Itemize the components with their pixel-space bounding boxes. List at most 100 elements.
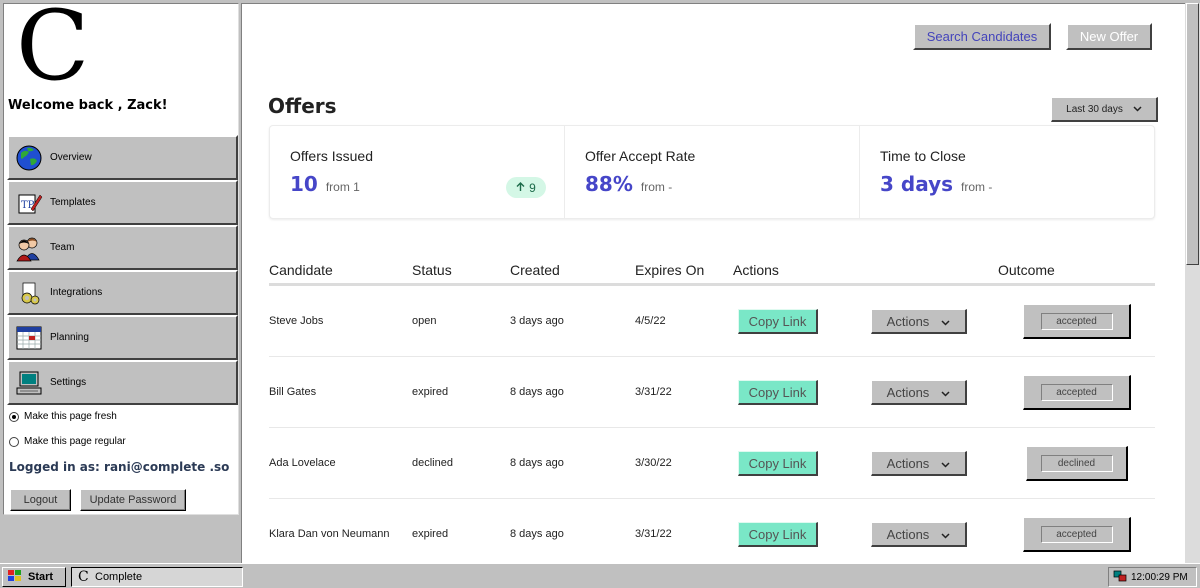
stat-value-row: 88% from - <box>585 172 672 196</box>
svg-text:C: C <box>78 569 89 583</box>
search-candidates-button[interactable]: Search Candidates <box>913 23 1051 50</box>
actions-label: Actions <box>886 526 930 542</box>
sidebar-panel: C Welcome back , Zack! Overview TP Templ… <box>3 0 239 515</box>
column-header-created: Created <box>510 262 560 278</box>
welcome-message: Welcome back , Zack! <box>8 98 168 113</box>
start-button[interactable]: Start <box>2 567 66 587</box>
new-offer-button[interactable]: New Offer <box>1066 23 1152 50</box>
actions-dropdown[interactable]: Actions <box>871 309 967 334</box>
outcome-label: accepted <box>1040 383 1113 401</box>
delta-badge: 9 <box>506 177 546 198</box>
sidebar-item-planning[interactable]: Planning <box>7 315 238 360</box>
delta-value: 9 <box>529 180 536 195</box>
radio-fresh[interactable]: Make this page fresh <box>9 411 117 422</box>
chevron-down-icon <box>1133 104 1142 115</box>
computer-icon <box>14 368 44 398</box>
chevron-down-icon <box>941 314 950 329</box>
date-range-label: Last 30 days <box>1066 103 1123 115</box>
outcome-button[interactable]: declined <box>1026 446 1128 481</box>
sidebar-item-label: Settings <box>50 377 87 388</box>
taskbar: Start C Complete 12:00:29 PM <box>0 563 1200 588</box>
vertical-scrollbar[interactable] <box>1185 3 1200 563</box>
app-logo: C <box>16 0 90 102</box>
stats-panel: Offers Issued 10 from 1 9 Offer Accept R… <box>269 125 1155 219</box>
outcome-label: declined <box>1040 454 1113 472</box>
radio-regular[interactable]: Make this page regular <box>9 436 126 447</box>
stat-from: from - <box>961 180 993 194</box>
radio-unchecked-icon[interactable] <box>9 436 19 447</box>
radio-checked-icon[interactable] <box>9 411 19 422</box>
stat-label: Offers Issued <box>290 148 374 164</box>
stat-accept-rate: Offer Accept Rate 88% from - <box>565 126 860 218</box>
column-header-candidate: Candidate <box>269 262 333 278</box>
stat-label: Time to Close <box>880 148 966 164</box>
sidebar-item-settings[interactable]: Settings <box>7 360 238 405</box>
column-header-outcome: Outcome <box>998 262 1055 278</box>
copy-link-button[interactable]: Copy Link <box>738 309 818 334</box>
expires-date: 4/5/22 <box>635 315 666 327</box>
table-row: Ada Lovelace declined 8 days ago 3/30/22… <box>269 428 1155 499</box>
actions-dropdown[interactable]: Actions <box>871 451 967 476</box>
offer-status: expired <box>412 528 449 540</box>
outcome-label: accepted <box>1040 525 1113 543</box>
start-label: Start <box>28 571 54 583</box>
outcome-label: accepted <box>1040 312 1113 330</box>
taskbar-item-label: Complete <box>95 571 143 583</box>
actions-label: Actions <box>886 384 930 400</box>
sidebar-item-overview[interactable]: Overview <box>7 135 238 180</box>
offer-status: open <box>412 315 437 327</box>
copy-link-button[interactable]: Copy Link <box>738 451 818 476</box>
column-header-status: Status <box>412 262 452 278</box>
actions-dropdown[interactable]: Actions <box>871 380 967 405</box>
outcome-button[interactable]: accepted <box>1023 304 1131 339</box>
chevron-down-icon <box>941 385 950 400</box>
people-icon <box>14 233 44 263</box>
sidebar-item-integrations[interactable]: Integrations <box>7 270 238 315</box>
created-date: 8 days ago <box>510 457 564 469</box>
stat-from: from - <box>640 180 673 194</box>
sidebar-item-label: Integrations <box>50 287 103 298</box>
puzzle-gears-icon <box>14 278 44 308</box>
column-header-actions: Actions <box>733 262 779 278</box>
actions-label: Actions <box>886 455 930 471</box>
copy-link-button[interactable]: Copy Link <box>738 380 818 405</box>
expires-date: 3/31/22 <box>635 386 672 398</box>
copy-link-button[interactable]: Copy Link <box>738 522 818 547</box>
update-password-button[interactable]: Update Password <box>80 489 186 511</box>
page-title: Offers <box>268 94 337 118</box>
stat-time-to-close: Time to Close 3 days from - <box>860 126 1154 218</box>
stat-value-row: 10 from 1 <box>290 172 360 196</box>
stat-label: Offer Accept Rate <box>585 148 696 164</box>
stat-value-row: 3 days from - <box>880 172 992 196</box>
sidebar-item-label: Overview <box>50 152 92 163</box>
sidebar-item-label: Team <box>50 242 75 253</box>
stat-offers-issued: Offers Issued 10 from 1 9 <box>270 126 565 218</box>
actions-dropdown[interactable]: Actions <box>871 522 967 547</box>
table-row: Klara Dan von Neumann expired 8 days ago… <box>269 499 1155 563</box>
radio-label: Make this page fresh <box>24 411 117 422</box>
date-range-select[interactable]: Last 30 days <box>1051 97 1158 122</box>
logout-button[interactable]: Logout <box>10 489 71 511</box>
logged-in-text: Logged in as: rani@complete .so <box>9 460 230 474</box>
taskbar-item-complete[interactable]: C Complete <box>71 567 243 587</box>
scrollbar-thumb[interactable] <box>1186 3 1199 265</box>
candidate-name: Klara Dan von Neumann <box>269 528 390 540</box>
candidate-name: Steve Jobs <box>269 315 324 327</box>
outcome-button[interactable]: accepted <box>1023 375 1131 410</box>
expires-date: 3/31/22 <box>635 528 672 540</box>
windows-logo-icon <box>7 569 23 586</box>
table-row: Bill Gates expired 8 days ago 3/31/22 Co… <box>269 357 1155 428</box>
clock[interactable]: 12:00:29 PM <box>1131 572 1188 583</box>
main-content: Search Candidates New Offer Offers Last … <box>241 3 1185 563</box>
created-date: 8 days ago <box>510 386 564 398</box>
app-c-icon: C <box>78 569 90 586</box>
network-icon[interactable] <box>1113 569 1127 586</box>
actions-label: Actions <box>886 313 930 329</box>
sidebar-item-team[interactable]: Team <box>7 225 238 270</box>
sidebar-item-templates[interactable]: TP Templates <box>7 180 238 225</box>
radio-label: Make this page regular <box>24 436 126 447</box>
document-pen-icon: TP <box>14 188 44 218</box>
stat-value: 3 days <box>880 172 954 196</box>
outcome-button[interactable]: accepted <box>1023 517 1131 552</box>
globe-icon <box>14 143 44 173</box>
